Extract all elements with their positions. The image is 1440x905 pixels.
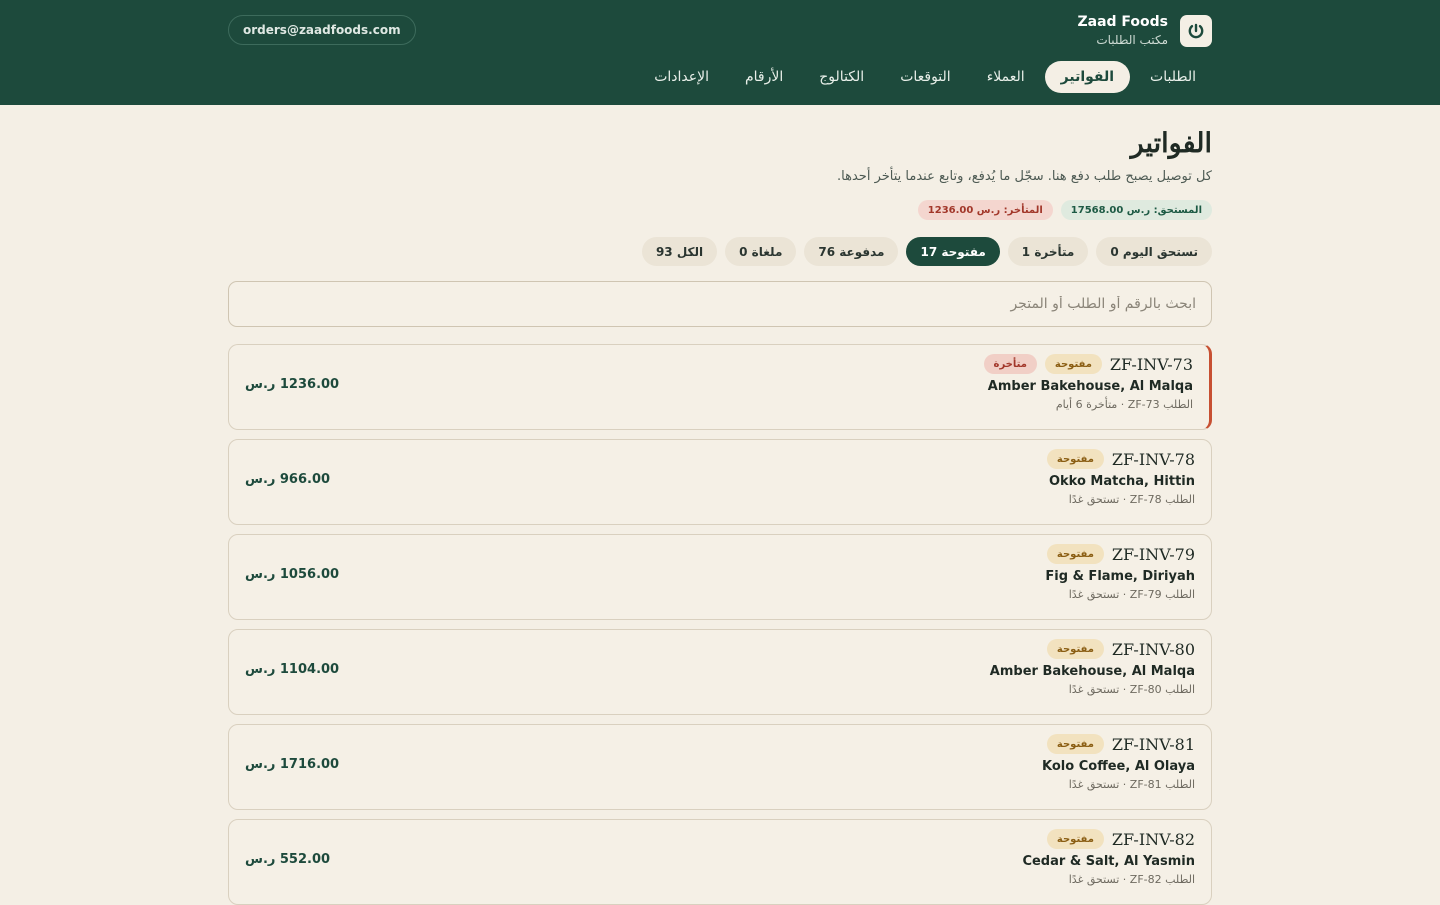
invoice-row[interactable]: ZF-INV-81 مفتوحة Kolo Coffee, Al Olaya ا… bbox=[228, 724, 1212, 810]
nav-forecasts[interactable]: التوقعات bbox=[884, 61, 967, 93]
status-badge: مفتوحة bbox=[1046, 639, 1104, 659]
main-content: الفواتير كل توصيل يصبح طلب دفع هنا. سجّل… bbox=[228, 105, 1212, 905]
status-badge: مفتوحة bbox=[1046, 544, 1104, 564]
app-header: Zaad Foods مكتب الطلبات orders@zaadfoods… bbox=[0, 0, 1440, 105]
brand-logo-icon bbox=[1180, 15, 1212, 47]
nav-catalog[interactable]: الكتالوج bbox=[803, 61, 880, 93]
status-filters: تستحق اليوم 0 متأخرة 1 مفتوحة 17 مدفوعة … bbox=[228, 237, 1212, 266]
invoice-amount: 1716.00 ر.س bbox=[245, 757, 340, 772]
invoice-row[interactable]: ZF-INV-73 مفتوحة متأخرة Amber Bakehouse,… bbox=[228, 344, 1212, 430]
invoice-amount: 552.00 ر.س bbox=[245, 852, 331, 867]
filter-late[interactable]: متأخرة 1 bbox=[1007, 237, 1089, 266]
nav-settings[interactable]: الإعدادات bbox=[638, 61, 725, 93]
status-badge: مفتوحة bbox=[1044, 354, 1102, 374]
invoice-number: ZF-INV-80 bbox=[1111, 639, 1195, 659]
search-input[interactable] bbox=[228, 281, 1212, 327]
late-total-badge: المتأخر: ر.س 1236.00 bbox=[917, 200, 1053, 220]
store-name: Okko Matcha, Hittin bbox=[1048, 474, 1195, 489]
invoice-amount: 1056.00 ر.س bbox=[245, 567, 340, 582]
invoice-meta: الطلب ZF-79 · تستحق غدًا bbox=[1068, 588, 1195, 601]
invoice-meta: الطلب ZF-80 · تستحق غدًا bbox=[1068, 683, 1195, 696]
page-subtitle: كل توصيل يصبح طلب دفع هنا. سجّل ما يُدفع… bbox=[837, 169, 1212, 184]
brand[interactable]: Zaad Foods مكتب الطلبات bbox=[1077, 14, 1212, 48]
invoice-number: ZF-INV-82 bbox=[1111, 829, 1195, 849]
invoice-row[interactable]: ZF-INV-78 مفتوحة Okko Matcha, Hittin الط… bbox=[228, 439, 1212, 525]
filter-cancelled[interactable]: ملغاة 0 bbox=[725, 237, 797, 266]
invoice-amount: 1104.00 ر.س bbox=[245, 662, 340, 677]
filter-due-today[interactable]: تستحق اليوم 0 bbox=[1096, 237, 1212, 266]
status-badge: مفتوحة bbox=[1046, 734, 1104, 754]
invoice-number: ZF-INV-73 bbox=[1109, 354, 1193, 374]
invoice-amount: 966.00 ر.س bbox=[245, 472, 331, 487]
invoice-meta: الطلب ZF-81 · تستحق غدًا bbox=[1068, 778, 1195, 791]
store-name: Cedar & Salt, Al Yasmin bbox=[1022, 854, 1195, 869]
late-badge: متأخرة bbox=[983, 354, 1037, 374]
invoice-number: ZF-INV-78 bbox=[1111, 449, 1195, 469]
nav-invoices[interactable]: الفواتير bbox=[1044, 61, 1131, 93]
brand-subtitle: مكتب الطلبات bbox=[1096, 33, 1168, 47]
account-email[interactable]: orders@zaadfoods.com bbox=[228, 15, 416, 45]
nav-numbers[interactable]: الأرقام bbox=[729, 61, 799, 93]
nav-customers[interactable]: العملاء bbox=[971, 61, 1041, 93]
filter-all[interactable]: الكل 93 bbox=[641, 237, 718, 266]
store-name: Kolo Coffee, Al Olaya bbox=[1042, 759, 1195, 774]
invoice-row[interactable]: ZF-INV-79 مفتوحة Fig & Flame, Diriyah ال… bbox=[228, 534, 1212, 620]
store-name: Fig & Flame, Diriyah bbox=[1045, 569, 1195, 584]
page-title: الفواتير bbox=[1130, 128, 1212, 159]
filter-paid[interactable]: مدفوعة 76 bbox=[804, 237, 899, 266]
invoice-meta: الطلب ZF-82 · تستحق غدًا bbox=[1068, 873, 1195, 886]
brand-name: Zaad Foods bbox=[1077, 14, 1168, 30]
main-nav: الطلبات الفواتير العملاء التوقعات الكتال… bbox=[638, 61, 1212, 93]
status-badge: مفتوحة bbox=[1046, 449, 1104, 469]
invoice-meta: الطلب ZF-73 · متأخرة 6 أيام bbox=[1055, 398, 1193, 411]
summary-chips: المستحق: ر.س 17568.00 المتأخر: ر.س 1236.… bbox=[228, 200, 1212, 220]
invoice-list: ZF-INV-73 مفتوحة متأخرة Amber Bakehouse,… bbox=[228, 344, 1212, 905]
nav-orders[interactable]: الطلبات bbox=[1134, 61, 1212, 93]
invoice-row[interactable]: ZF-INV-80 مفتوحة Amber Bakehouse, Al Mal… bbox=[228, 629, 1212, 715]
invoice-amount: 1236.00 ر.س bbox=[245, 377, 340, 392]
invoice-row[interactable]: ZF-INV-82 مفتوحة Cedar & Salt, Al Yasmin… bbox=[228, 819, 1212, 905]
filter-open[interactable]: مفتوحة 17 bbox=[906, 237, 1000, 266]
store-name: Amber Bakehouse, Al Malqa bbox=[987, 379, 1193, 394]
due-total-badge: المستحق: ر.س 17568.00 bbox=[1060, 200, 1212, 220]
invoice-meta: الطلب ZF-78 · تستحق غدًا bbox=[1068, 493, 1195, 506]
store-name: Amber Bakehouse, Al Malqa bbox=[989, 664, 1195, 679]
invoice-number: ZF-INV-79 bbox=[1111, 544, 1195, 564]
invoice-number: ZF-INV-81 bbox=[1111, 734, 1195, 754]
status-badge: مفتوحة bbox=[1046, 829, 1104, 849]
